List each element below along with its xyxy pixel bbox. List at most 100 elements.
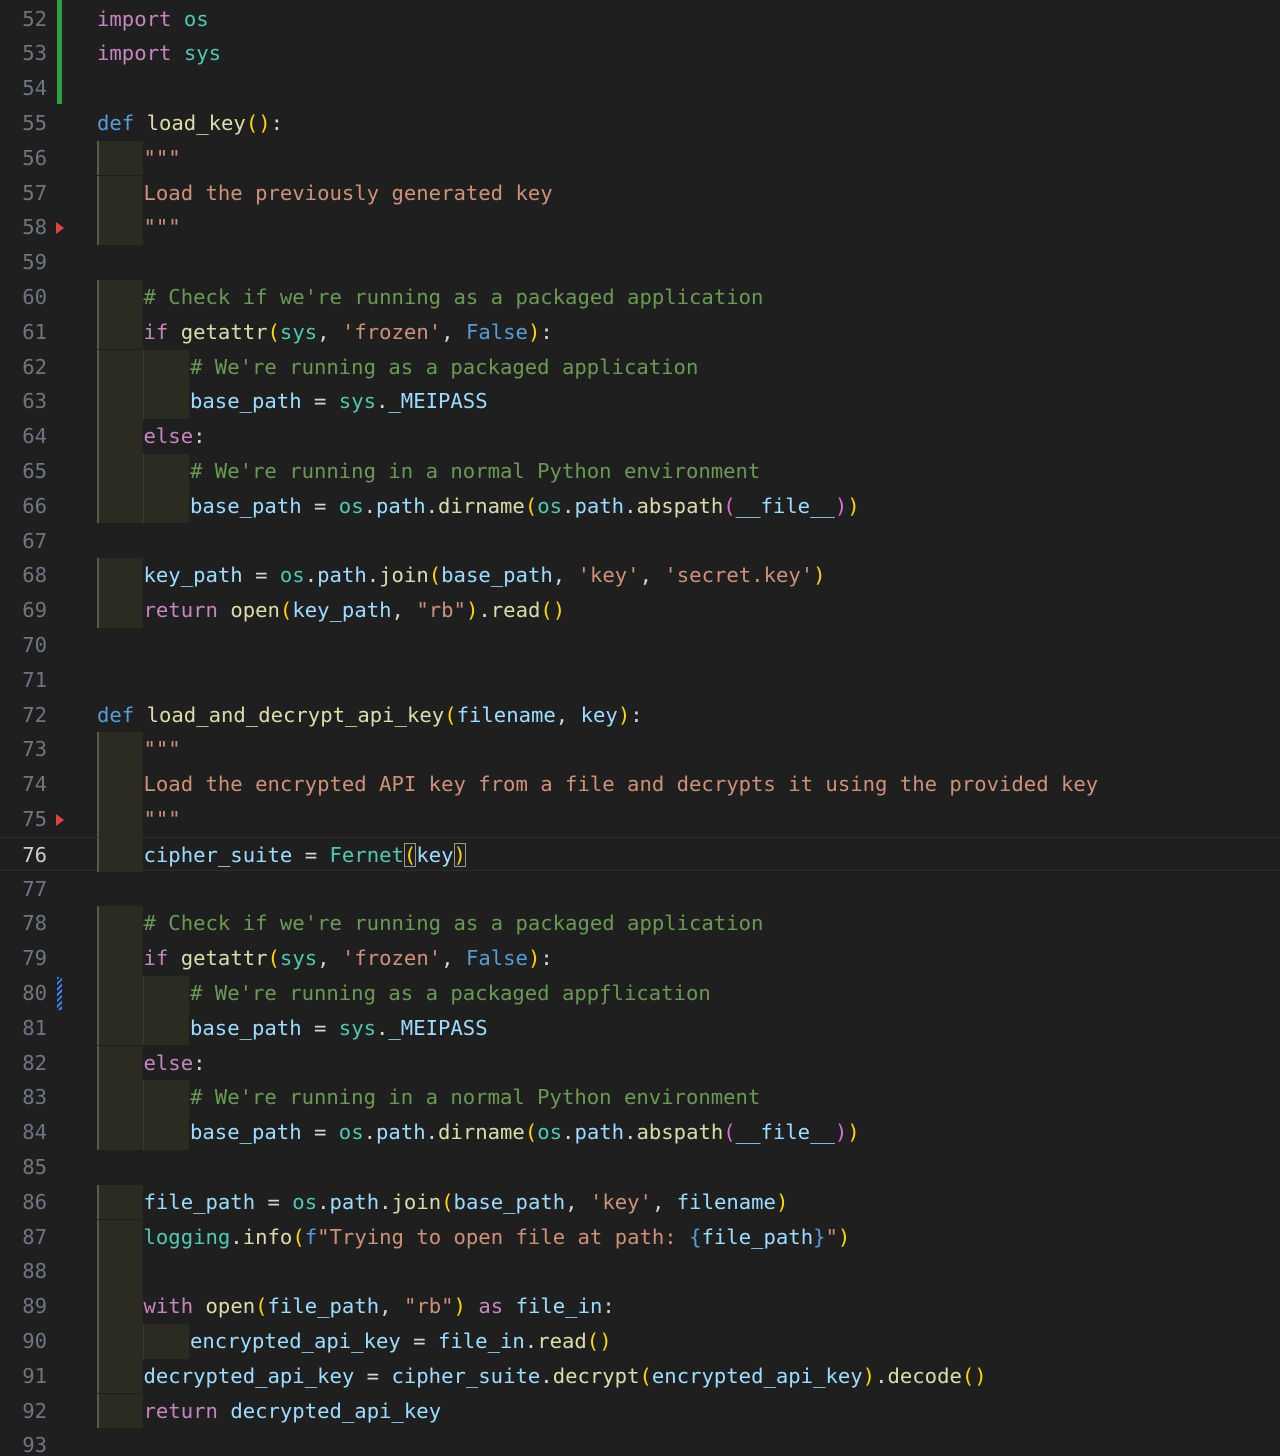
code-line[interactable]: 76 cipher_suite = Fernet(key) (0, 836, 1280, 873)
code-text[interactable]: base_path = os.path.dirname(os.path.absp… (190, 489, 860, 524)
line-number[interactable]: 62 (0, 350, 47, 385)
code-line[interactable]: 89 with open(file_path, "rb") as file_in: (0, 1289, 1280, 1324)
code-text[interactable]: return open(key_path, "rb").read() (144, 593, 566, 628)
code-line[interactable]: 86 file_path = os.path.join(base_path, 'k… (0, 1184, 1280, 1220)
line-number[interactable]: 60 (0, 280, 47, 315)
line-number[interactable]: 78 (0, 906, 47, 941)
line-number[interactable]: 73 (0, 732, 47, 767)
line-number[interactable]: 82 (0, 1046, 47, 1081)
code-text[interactable]: """ (144, 732, 181, 767)
git-modified-marker[interactable] (57, 976, 62, 1010)
code-line[interactable]: 75 """ (0, 801, 1280, 837)
code-text[interactable]: # Check if we're running as a packaged a… (144, 906, 764, 941)
line-number[interactable]: 89 (0, 1289, 47, 1324)
code-line[interactable]: 72 def load_and_decrypt_api_key(filename,… (0, 698, 1280, 733)
line-number[interactable]: 93 (0, 1428, 47, 1456)
code-line[interactable]: 64 else: (0, 419, 1280, 454)
line-number[interactable]: 52 (0, 2, 47, 37)
line-number[interactable]: 64 (0, 419, 47, 454)
code-text[interactable]: encrypted_api_key = file_in.read() (190, 1324, 612, 1359)
code-text[interactable]: base_path = os.path.dirname(os.path.absp… (190, 1115, 860, 1150)
line-number[interactable]: 71 (0, 663, 47, 698)
code-line[interactable]: 92 return decrypted_api_key (0, 1393, 1280, 1429)
line-number[interactable]: 56 (0, 141, 47, 176)
code-text[interactable]: base_path = sys._MEIPASS (190, 384, 488, 419)
code-line[interactable]: 53 import sys (0, 36, 1280, 71)
line-number[interactable]: 72 (0, 698, 47, 733)
line-number[interactable]: 58 (0, 210, 47, 245)
code-text[interactable]: logging.info(f"Trying to open file at pa… (144, 1220, 851, 1255)
code-line[interactable]: 60 # Check if we're running as a packaged… (0, 279, 1280, 315)
code-text[interactable]: Load the encrypted API key from a file a… (144, 767, 1099, 802)
code-line[interactable]: 90 encrypted_api_key = file_in.read() (0, 1323, 1280, 1359)
code-text[interactable]: # We're running as a packaged applicatio… (190, 350, 698, 385)
code-line[interactable]: 91 decrypted_api_key = cipher_suite.decry… (0, 1358, 1280, 1394)
code-line[interactable]: 88 (0, 1254, 1280, 1290)
code-line[interactable]: 57 Load the previously generated key (0, 175, 1280, 211)
code-line[interactable]: 93 (0, 1428, 1280, 1456)
code-text[interactable]: else: (144, 419, 206, 454)
line-number[interactable]: 55 (0, 106, 47, 141)
line-number[interactable]: 84 (0, 1115, 47, 1150)
line-number[interactable]: 86 (0, 1185, 47, 1220)
line-number[interactable]: 91 (0, 1359, 47, 1394)
code-line[interactable]: 52 import os (0, 2, 1280, 37)
line-number[interactable]: 53 (0, 36, 47, 71)
line-number[interactable]: 81 (0, 1011, 47, 1046)
code-line[interactable]: 82 else: (0, 1045, 1280, 1081)
breakpoint-arrow-icon[interactable] (56, 813, 64, 826)
code-text[interactable]: # We're running in a normal Python envir… (190, 454, 760, 489)
code-line[interactable]: 56 """ (0, 140, 1280, 176)
line-number[interactable]: 79 (0, 941, 47, 976)
line-number[interactable]: 88 (0, 1254, 47, 1289)
code-text[interactable]: # We're running as a packaged appƒlicati… (190, 976, 711, 1011)
code-text[interactable]: """ (144, 141, 181, 176)
code-line[interactable]: 68 key_path = os.path.join(base_path, 'ke… (0, 558, 1280, 594)
code-line[interactable]: 81 base_path = sys._MEIPASS (0, 1010, 1280, 1046)
code-text[interactable]: """ (144, 210, 181, 245)
code-line[interactable]: 80 # We're running as a packaged appƒlica… (0, 975, 1280, 1011)
code-text[interactable]: # Check if we're running as a packaged a… (144, 280, 764, 315)
line-number[interactable]: 87 (0, 1220, 47, 1255)
line-number[interactable]: 67 (0, 524, 47, 559)
line-number[interactable]: 80 (0, 976, 47, 1011)
code-line[interactable]: 66 base_path = os.path.dirname(os.path.ab… (0, 488, 1280, 524)
line-number[interactable]: 69 (0, 593, 47, 628)
code-line[interactable]: 77 (0, 872, 1280, 907)
line-number[interactable]: 66 (0, 489, 47, 524)
code-text[interactable]: def load_and_decrypt_api_key(filename, k… (97, 698, 643, 733)
line-number[interactable]: 75 (0, 802, 47, 837)
line-number[interactable]: 54 (0, 71, 47, 106)
code-text[interactable]: file_path = os.path.join(base_path, 'key… (144, 1185, 789, 1220)
code-text[interactable]: if getattr(sys, 'frozen', False): (144, 315, 553, 350)
line-number[interactable]: 74 (0, 767, 47, 802)
line-number[interactable]: 59 (0, 245, 47, 280)
code-text[interactable]: cipher_suite = Fernet(key) (144, 838, 466, 873)
line-number[interactable]: 90 (0, 1324, 47, 1359)
line-number[interactable]: 83 (0, 1080, 47, 1115)
code-line[interactable]: 65 # We're running in a normal Python env… (0, 453, 1280, 489)
code-text[interactable]: key_path = os.path.join(base_path, 'key'… (144, 558, 826, 593)
code-line[interactable]: 78 # Check if we're running as a packaged… (0, 906, 1280, 942)
code-text[interactable]: decrypted_api_key = cipher_suite.decrypt… (144, 1359, 987, 1394)
code-line[interactable]: 63 base_path = sys._MEIPASS (0, 384, 1280, 420)
code-text[interactable]: def load_key(): (97, 106, 283, 141)
code-text[interactable]: return decrypted_api_key (144, 1394, 442, 1429)
line-number[interactable]: 61 (0, 315, 47, 350)
code-line[interactable]: 85 (0, 1150, 1280, 1185)
code-line[interactable]: 71 (0, 663, 1280, 698)
line-number[interactable]: 70 (0, 628, 47, 663)
code-line[interactable]: 55 def load_key(): (0, 106, 1280, 141)
code-editor[interactable]: 52 import os 53 import sys 54 55 def load_key(… (0, 0, 1280, 1456)
code-text[interactable]: """ (144, 802, 181, 837)
code-line[interactable]: 54 (0, 71, 1280, 106)
line-number[interactable]: 57 (0, 176, 47, 211)
line-number[interactable]: 68 (0, 558, 47, 593)
code-text[interactable]: import sys (97, 36, 221, 71)
code-line[interactable]: 84 base_path = os.path.dirname(os.path.ab… (0, 1115, 1280, 1150)
code-line[interactable]: 87 logging.info(f"Trying to open file at … (0, 1219, 1280, 1255)
code-line[interactable]: 83 # We're running in a normal Python env… (0, 1080, 1280, 1116)
code-text[interactable]: with open(file_path, "rb") as file_in: (144, 1289, 615, 1324)
line-number[interactable]: 76 (0, 838, 47, 873)
code-line[interactable]: 69 return open(key_path, "rb").read() (0, 593, 1280, 628)
